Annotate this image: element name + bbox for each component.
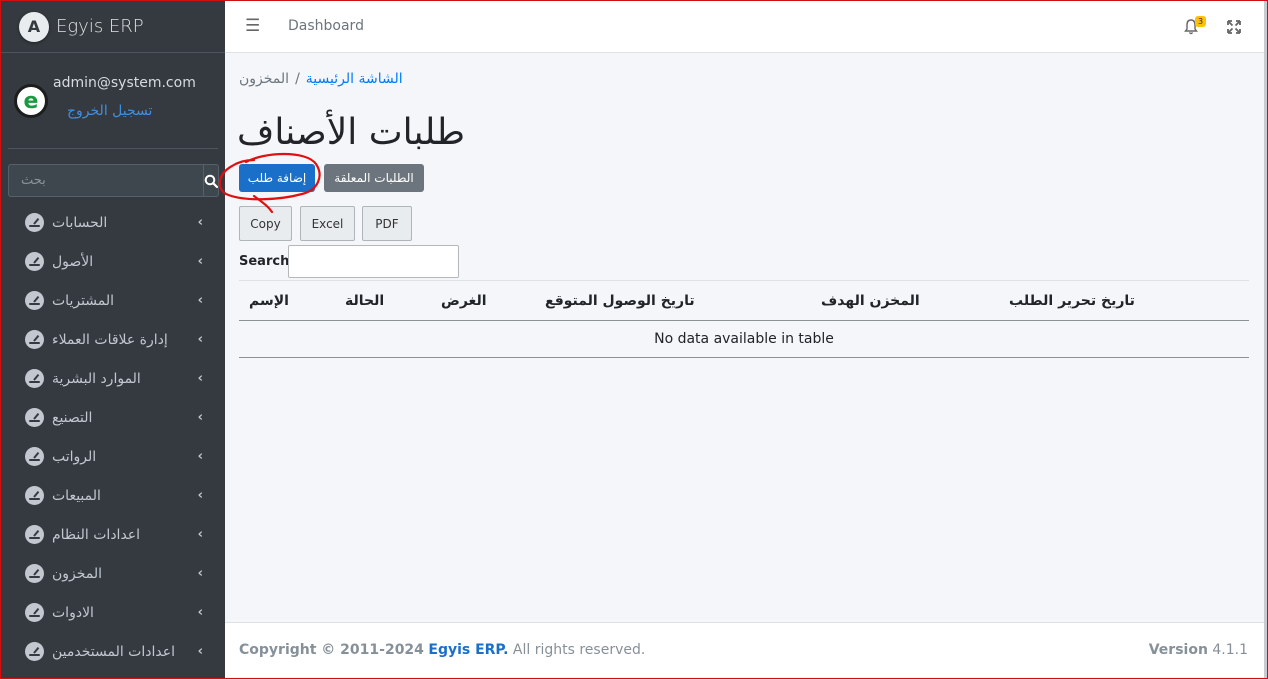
breadcrumb-home-link[interactable]: الشاشة الرئيسية [306, 71, 403, 87]
table-search-input[interactable] [288, 245, 459, 278]
copyright-prefix: Copyright © 2011-2024 [239, 642, 424, 658]
tachometer-icon [25, 525, 44, 544]
sidebar-item-system-settings[interactable]: اعدادات النظام ‹ [1, 515, 225, 554]
sidebar-search-input[interactable] [8, 164, 203, 197]
table-empty-row: No data available in table [239, 321, 1249, 358]
chevron-left-icon: ‹ [197, 332, 203, 347]
tachometer-icon [25, 642, 44, 661]
notification-badge: 3 [1195, 16, 1207, 27]
sidebar-item-label: المخزون [52, 565, 103, 582]
brand-name: Egyis ERP [56, 16, 144, 37]
sidebar-item-sales[interactable]: المبيعات ‹ [1, 476, 225, 515]
tachometer-icon [25, 291, 44, 310]
footer: Copyright © 2011-2024 Egyis ERP. All rig… [225, 622, 1265, 677]
sidebar-item-label: المشتريات [52, 292, 115, 309]
empty-table-message: No data available in table [654, 331, 834, 347]
chevron-left-icon: ‹ [197, 410, 203, 425]
page-title: طلبات الأصناف [237, 112, 465, 153]
chevron-left-icon: ‹ [197, 644, 203, 659]
user-panel: e admin@system.com تسجيل الخروج [8, 53, 218, 149]
column-header-target-store[interactable]: المخزن الهدف [821, 293, 920, 309]
version-value: 4.1.1 [1212, 642, 1248, 658]
tachometer-icon [25, 408, 44, 427]
chevron-left-icon: ‹ [197, 215, 203, 230]
sidebar-item-label: التصنيع [52, 409, 93, 426]
sidebar-item-label: الحسابات [52, 214, 108, 231]
sidebar-item-label: الموارد البشرية [52, 370, 141, 387]
column-header-expected-arrival[interactable]: تاريخ الوصول المتوقع [545, 293, 695, 309]
sidebar-item-label: اعدادات المستخدمين [52, 643, 175, 660]
brand-logo-icon: A [19, 11, 49, 42]
breadcrumb-separator: / [295, 71, 300, 87]
sidebar-nav: الحسابات ‹ الأصول ‹ المشتريات ‹ إدارة علاقا… [1, 203, 225, 671]
hamburger-menu-icon[interactable]: ☰ [245, 16, 260, 36]
requests-table: تاريخ تحرير الطلب المخزن الهدف تاريخ الو… [239, 280, 1249, 358]
main-content: الشاشة الرئيسية / المخزون طلبات الأصناف … [225, 54, 1265, 622]
sidebar-item-manufacturing[interactable]: التصنيع ‹ [1, 398, 225, 437]
version: Version 4.1.1 [1149, 642, 1248, 658]
tachometer-icon [25, 486, 44, 505]
sidebar-item-tools[interactable]: الادوات ‹ [1, 593, 225, 632]
breadcrumb-current: المخزون [239, 71, 290, 87]
search-icon [204, 174, 218, 188]
tachometer-icon [25, 447, 44, 466]
sidebar-item-label: إدارة علاقات العملاء [52, 331, 168, 348]
sidebar-item-purchases[interactable]: المشتريات ‹ [1, 281, 225, 320]
topbar: ☰ Dashboard 3 [225, 1, 1265, 53]
user-avatar[interactable]: e [14, 84, 48, 118]
copyright-suffix: All rights reserved. [512, 642, 646, 658]
sidebar-item-accounts[interactable]: الحسابات ‹ [1, 203, 225, 242]
sidebar: A Egyis ERP e admin@system.com تسجيل الخ… [1, 1, 225, 678]
pdf-button[interactable]: PDF [362, 206, 412, 241]
copy-button[interactable]: Copy [239, 206, 292, 241]
footer-brand-link[interactable]: Egyis ERP. [428, 642, 508, 658]
sidebar-search [8, 164, 219, 197]
chevron-left-icon: ‹ [197, 449, 203, 464]
chevron-left-icon: ‹ [197, 566, 203, 581]
tachometer-icon [25, 603, 44, 622]
sidebar-search-button[interactable] [203, 164, 219, 197]
excel-button[interactable]: Excel [300, 206, 355, 241]
column-header-date-created[interactable]: تاريخ تحرير الطلب [1009, 293, 1135, 309]
logout-link[interactable]: تسجيل الخروج [67, 103, 152, 119]
version-label: Version [1148, 642, 1208, 658]
sidebar-item-user-settings[interactable]: اعدادات المستخدمين ‹ [1, 632, 225, 671]
sidebar-item-label: الادوات [52, 604, 94, 621]
table-header: تاريخ تحرير الطلب المخزن الهدف تاريخ الو… [239, 280, 1249, 321]
table-search-label: Search: [239, 254, 295, 269]
tachometer-icon [25, 213, 44, 232]
sidebar-item-assets[interactable]: الأصول ‹ [1, 242, 225, 281]
tachometer-icon [25, 330, 44, 349]
column-header-name[interactable]: الإسم [249, 293, 289, 309]
chevron-left-icon: ‹ [197, 371, 203, 386]
brand-link[interactable]: A Egyis ERP [1, 1, 225, 53]
sidebar-item-crm[interactable]: إدارة علاقات العملاء ‹ [1, 320, 225, 359]
sidebar-item-label: اعدادات النظام [52, 526, 141, 543]
column-header-status[interactable]: الحالة [345, 293, 384, 309]
column-header-purpose[interactable]: الغرض [441, 293, 487, 309]
breadcrumb: الشاشة الرئيسية / المخزون [239, 71, 403, 87]
window-edge [1264, 0, 1268, 679]
copyright: Copyright © 2011-2024 Egyis ERP. All rig… [239, 642, 645, 658]
chevron-left-icon: ‹ [197, 293, 203, 308]
add-request-button[interactable]: إضافة طلب [239, 164, 315, 192]
sidebar-item-label: الرواتب [52, 448, 97, 465]
sidebar-item-label: الأصول [52, 253, 94, 270]
sidebar-item-payroll[interactable]: الرواتب ‹ [1, 437, 225, 476]
sidebar-item-inventory[interactable]: المخزون ‹ [1, 554, 225, 593]
chevron-left-icon: ‹ [197, 254, 203, 269]
sidebar-item-label: المبيعات [52, 487, 101, 504]
pending-requests-button[interactable]: الطلبات المعلقة [324, 164, 424, 192]
tachometer-icon [25, 369, 44, 388]
chevron-left-icon: ‹ [197, 488, 203, 503]
user-email[interactable]: admin@system.com [53, 75, 196, 91]
fullscreen-icon[interactable] [1226, 19, 1242, 35]
topbar-dashboard-link[interactable]: Dashboard [288, 18, 364, 34]
sidebar-item-hr[interactable]: الموارد البشرية ‹ [1, 359, 225, 398]
tachometer-icon [25, 252, 44, 271]
chevron-left-icon: ‹ [197, 527, 203, 542]
tachometer-icon [25, 564, 44, 583]
chevron-left-icon: ‹ [197, 605, 203, 620]
